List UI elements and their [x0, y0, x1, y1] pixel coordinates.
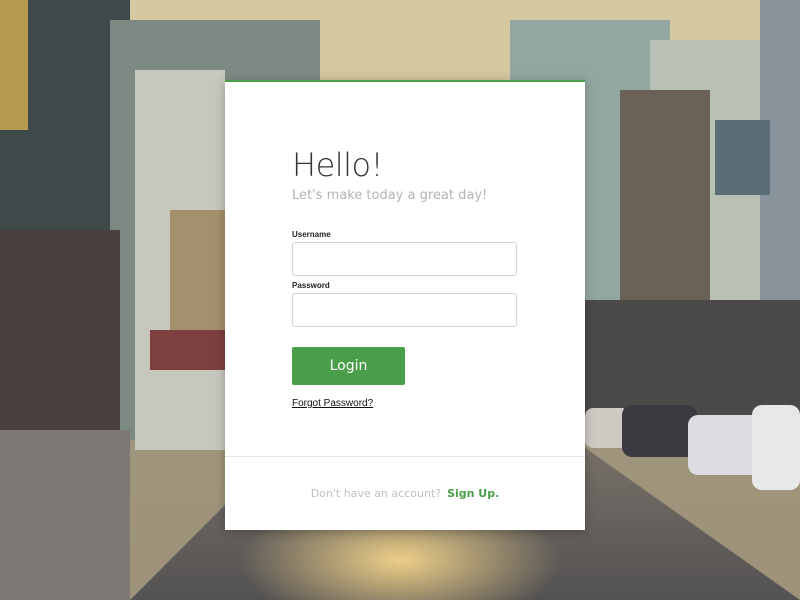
- page-title: Hello!: [292, 146, 383, 184]
- signup-link[interactable]: Sign Up.: [447, 487, 499, 500]
- username-input[interactable]: [292, 242, 517, 276]
- subtitle: Let's make today a great day!: [292, 188, 488, 203]
- password-input[interactable]: [292, 293, 517, 327]
- password-label: Password: [292, 281, 330, 290]
- username-label: Username: [292, 230, 331, 239]
- forgot-password-link[interactable]: Forgot Password?: [292, 398, 373, 409]
- divider: [225, 456, 585, 457]
- login-button[interactable]: Login: [292, 347, 405, 385]
- signup-footer: Don't have an account? Sign Up.: [225, 487, 585, 500]
- login-card: Hello! Let's make today a great day! Use…: [225, 80, 585, 530]
- signup-prompt: Don't have an account?: [310, 487, 442, 500]
